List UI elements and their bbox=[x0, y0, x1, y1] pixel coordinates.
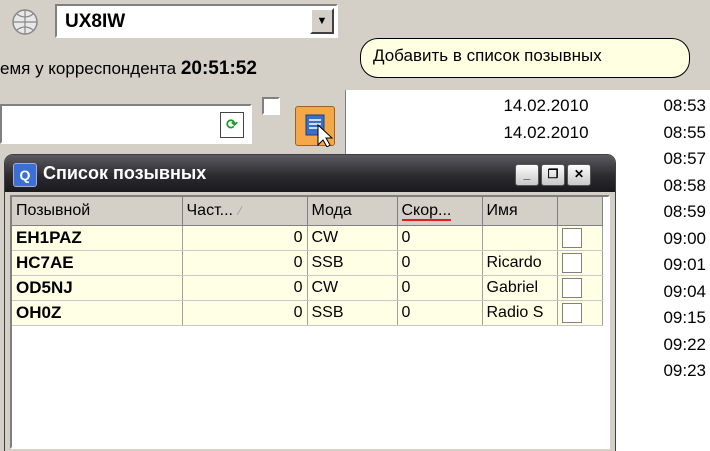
log-date: 14.02.2010 bbox=[503, 122, 589, 142]
column-header-select[interactable] bbox=[557, 197, 603, 226]
table-row[interactable]: OD5NJ 0 CW 0 Gabriel bbox=[12, 275, 603, 301]
row-checkbox[interactable] bbox=[561, 278, 582, 298]
select-cell bbox=[557, 275, 603, 301]
select-cell bbox=[557, 225, 603, 251]
dropdown-button[interactable]: ▼ bbox=[310, 8, 334, 34]
log-time: 08:59 bbox=[663, 202, 706, 221]
correspondent-time-value: 20:51:52 bbox=[180, 58, 257, 79]
speed-cell: 0 bbox=[397, 300, 483, 326]
minimize-icon: _ bbox=[523, 167, 531, 181]
close-icon: ✕ bbox=[573, 167, 585, 181]
name-cell bbox=[482, 225, 558, 251]
tooltip: Добавить в список позывных bbox=[360, 38, 690, 78]
log-time: 09:15 bbox=[663, 308, 706, 327]
option-checkbox[interactable] bbox=[262, 97, 280, 115]
callsign-grid[interactable]: Позывной Част... ⁄ Мода Скор... Имя EH1PA… bbox=[10, 195, 610, 449]
log-date: 14.02.2010 bbox=[503, 96, 589, 115]
callsign-cell: OH0Z bbox=[12, 300, 183, 326]
mode-cell: CW bbox=[307, 225, 398, 251]
log-row[interactable]: 14.02.2010 08:53 bbox=[346, 96, 710, 120]
callsign-cell: HC7AE bbox=[12, 250, 183, 276]
correspondent-time-label: емя у корреспондента bbox=[0, 59, 177, 78]
select-cell bbox=[557, 250, 603, 276]
list-add-icon bbox=[305, 114, 334, 148]
callsign-value: UX8IW bbox=[65, 11, 126, 32]
mode-cell: SSB bbox=[307, 300, 398, 326]
table-row[interactable]: OH0Z 0 SSB 0 Radio S bbox=[12, 300, 603, 326]
refresh-icon[interactable]: ⟳ bbox=[220, 112, 244, 138]
row-checkbox[interactable] bbox=[561, 253, 582, 273]
column-header-mode[interactable]: Мода bbox=[307, 197, 398, 226]
frequency-cell: 0 bbox=[182, 250, 308, 276]
close-button[interactable]: ✕ bbox=[567, 164, 591, 186]
speed-cell: 0 bbox=[397, 250, 483, 276]
app-icon: Q bbox=[13, 163, 37, 187]
mode-cell: CW bbox=[307, 275, 398, 301]
mode-cell: SSB bbox=[307, 250, 398, 276]
table-row[interactable]: HC7AE 0 SSB 0 Ricardo bbox=[12, 250, 603, 276]
column-header-name[interactable]: Имя bbox=[482, 197, 558, 226]
log-time: 08:55 bbox=[663, 122, 706, 142]
column-header-callsign[interactable]: Позывной bbox=[12, 197, 183, 226]
globe-icon bbox=[12, 9, 38, 35]
column-header-speed[interactable]: Скор... bbox=[397, 197, 483, 226]
log-time: 09:22 bbox=[663, 334, 706, 354]
restore-button[interactable]: ❐ bbox=[541, 164, 565, 186]
log-row[interactable]: 14.02.2010 08:55 bbox=[346, 123, 710, 147]
frequency-cell: 0 bbox=[182, 300, 308, 326]
correspondent-time: емя у корреспондента 20:51:52 bbox=[0, 58, 350, 88]
table-row[interactable]: EH1PAZ 0 CW 0 bbox=[12, 225, 603, 251]
speed-cell: 0 bbox=[397, 275, 483, 301]
search-input[interactable]: ⟳ bbox=[0, 104, 252, 144]
column-header-frequency[interactable]: Част... ⁄ bbox=[182, 197, 308, 226]
chevron-down-icon: ▼ bbox=[316, 15, 328, 27]
frequency-cell: 0 bbox=[182, 225, 308, 251]
callsign-list-window: Q Список позывных _ ❐ ✕ Позывной Част...… bbox=[5, 155, 615, 451]
frequency-cell: 0 bbox=[182, 275, 308, 301]
log-time: 08:53 bbox=[663, 96, 706, 115]
log-time: 08:57 bbox=[663, 149, 706, 168]
log-time: 09:00 bbox=[663, 228, 706, 248]
column-header-frequency-label: Част... bbox=[186, 202, 233, 219]
window-title: Список позывных bbox=[43, 163, 207, 183]
column-header-speed-label: Скор... bbox=[401, 202, 452, 221]
minimize-button[interactable]: _ bbox=[515, 164, 539, 186]
callsign-cell: EH1PAZ bbox=[12, 225, 183, 251]
log-time: 09:04 bbox=[663, 281, 706, 301]
speed-cell: 0 bbox=[397, 225, 483, 251]
row-checkbox[interactable] bbox=[561, 228, 582, 248]
add-to-callsign-list-button[interactable] bbox=[295, 106, 335, 148]
callsign-cell: OD5NJ bbox=[12, 275, 183, 301]
name-cell: Gabriel bbox=[482, 275, 558, 301]
name-cell: Ricardo bbox=[482, 250, 558, 276]
row-checkbox[interactable] bbox=[561, 303, 582, 323]
name-cell: Radio S bbox=[482, 300, 558, 326]
restore-icon: ❐ bbox=[547, 167, 559, 181]
select-cell bbox=[557, 300, 603, 326]
log-time: 09:01 bbox=[663, 255, 706, 274]
callsign-combobox[interactable]: UX8IW ▼ bbox=[55, 4, 338, 38]
log-time: 08:58 bbox=[663, 175, 706, 195]
log-time: 09:23 bbox=[663, 361, 706, 380]
window-titlebar[interactable]: Q Список позывных _ ❐ ✕ bbox=[5, 155, 615, 192]
sort-ascending-icon: ⁄ bbox=[238, 204, 241, 218]
